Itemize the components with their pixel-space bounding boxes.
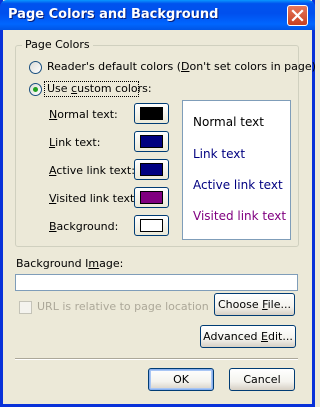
- active-link-color-swatch: [140, 163, 163, 176]
- custom-colors-label[interactable]: Use custom colors:: [47, 82, 152, 95]
- normal-text-label: Normal text:: [49, 108, 118, 121]
- background-image-label: Background Image:: [16, 257, 124, 270]
- preview-normal-text: Normal text: [193, 115, 264, 129]
- normal-text-color-button[interactable]: [134, 103, 169, 124]
- normal-text-color-swatch: [140, 107, 163, 120]
- preview-active-link-text: Active link text: [193, 178, 283, 192]
- preview-visited-link-text: Visited link text: [193, 209, 287, 223]
- dialog-title: Page Colors and Background: [8, 7, 219, 22]
- close-icon: [291, 9, 304, 22]
- active-link-text-label: Active link text:: [49, 164, 135, 177]
- visited-link-text-label: Visited link text:: [49, 192, 139, 205]
- advanced-edit-button[interactable]: Advanced Edit...: [200, 325, 296, 348]
- background-color-button[interactable]: [134, 215, 169, 236]
- default-colors-radio[interactable]: [29, 61, 42, 74]
- relative-url-checkbox[interactable]: [19, 301, 32, 314]
- ok-button[interactable]: OK: [148, 368, 214, 391]
- active-link-color-button[interactable]: [134, 159, 169, 180]
- cancel-button[interactable]: Cancel: [229, 368, 295, 391]
- dialog-separator: [15, 358, 298, 360]
- background-label: Background:: [49, 220, 119, 233]
- custom-colors-radio[interactable]: [29, 83, 42, 96]
- color-preview-panel: Normal text Link text Active link text V…: [182, 100, 291, 240]
- page-colors-group-label: Page Colors: [22, 38, 93, 51]
- visited-link-color-button[interactable]: [134, 187, 169, 208]
- link-text-color-swatch: [140, 135, 163, 148]
- relative-url-label: URL is relative to page location: [37, 300, 209, 313]
- close-button[interactable]: [287, 5, 308, 26]
- choose-file-button[interactable]: Choose File...: [214, 293, 295, 316]
- default-colors-label[interactable]: Reader's default colors (Don't set color…: [47, 60, 316, 73]
- background-color-swatch: [140, 219, 163, 232]
- link-text-label: Link text:: [49, 136, 101, 149]
- link-text-color-button[interactable]: [134, 131, 169, 152]
- preview-link-text: Link text: [193, 147, 246, 161]
- visited-link-color-swatch: [140, 191, 163, 204]
- background-image-input[interactable]: [15, 274, 298, 291]
- title-bar[interactable]: Page Colors and Background: [0, 0, 315, 30]
